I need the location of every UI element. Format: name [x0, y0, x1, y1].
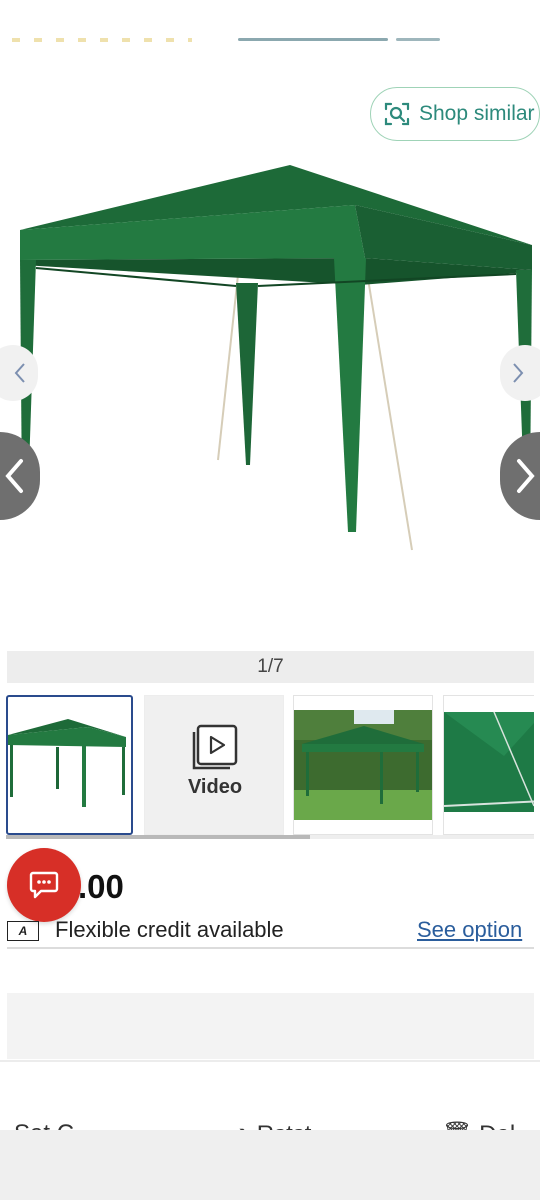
- chevron-left-icon: [5, 459, 23, 493]
- product-page: Shop similar 1/7 Video .00 A Flexible cr…: [0, 0, 540, 1200]
- gazebo-lawn-thumbnail-image: [294, 710, 432, 820]
- thumbnail-3[interactable]: [293, 695, 433, 835]
- video-play-icon: [192, 724, 238, 770]
- placeholder-panel: [7, 993, 534, 1059]
- chat-button[interactable]: [7, 848, 81, 922]
- chevron-right-icon: [517, 459, 535, 493]
- credit-card-icon: A: [7, 921, 39, 941]
- chat-bubble-icon: [29, 871, 59, 899]
- thumbnail-4[interactable]: [443, 695, 534, 835]
- product-price: .00: [78, 868, 124, 905]
- bottom-bar: [0, 1130, 540, 1200]
- shop-similar-label: Shop similar: [419, 102, 535, 125]
- thumbnail-1[interactable]: [6, 695, 133, 835]
- section-divider-2: [0, 1060, 540, 1062]
- gazebo-roof-thumbnail-image: [444, 711, 534, 812]
- chevron-right-icon: [513, 363, 524, 383]
- rating-stars-strip: [12, 38, 192, 42]
- gazebo-thumbnail-image: [8, 719, 126, 807]
- visual-search-icon: [384, 102, 410, 126]
- top-link-underline-2: [396, 38, 440, 41]
- top-link-underline: [238, 38, 388, 41]
- section-divider: [7, 947, 534, 949]
- image-counter: 1/7: [7, 651, 534, 683]
- chevron-left-icon: [14, 363, 25, 383]
- gallery-next-arrow[interactable]: [500, 345, 540, 401]
- see-options-link[interactable]: See option: [417, 917, 540, 943]
- flexible-credit-text: Flexible credit available: [55, 917, 284, 942]
- thumbnail-video[interactable]: Video: [144, 695, 284, 835]
- gazebo-product-image: [20, 165, 532, 551]
- thumbnail-strip[interactable]: Video: [6, 695, 534, 835]
- top-strip: [0, 0, 540, 50]
- video-label: Video: [187, 776, 243, 798]
- thumbnail-scrollbar[interactable]: [6, 835, 310, 839]
- shop-similar-button[interactable]: Shop similar: [370, 87, 540, 141]
